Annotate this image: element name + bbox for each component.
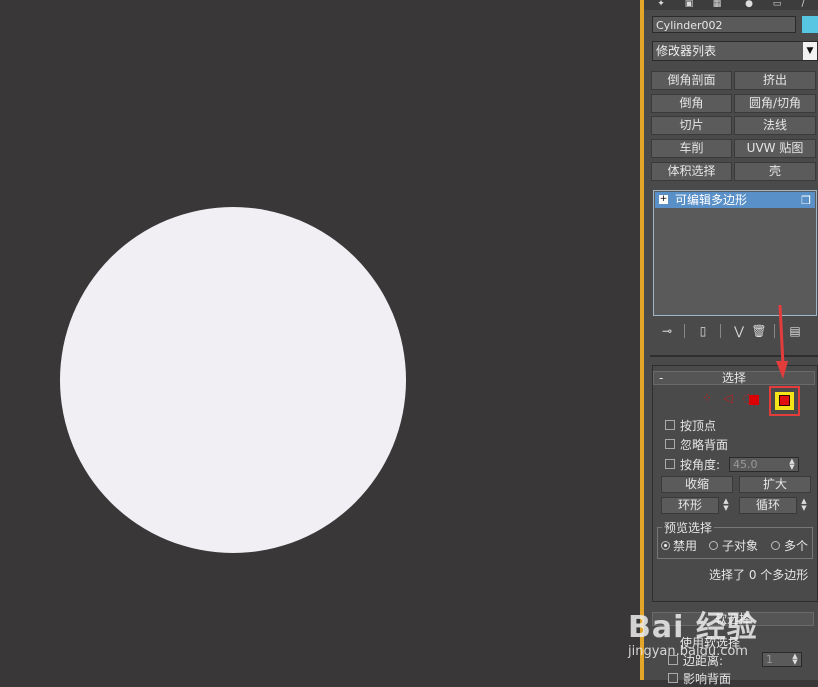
preview-selection-group: 预览选择 禁用 子对象 多个 (657, 519, 813, 559)
make-unique-icon[interactable]: ⋁ (730, 322, 748, 340)
spinner-arrows-icon[interactable]: ▲ ▼ (786, 458, 798, 471)
cylinder-object[interactable] (60, 207, 406, 553)
toolbar-divider (684, 324, 685, 338)
watermark-url: jingyan.baidu.com (628, 644, 748, 659)
preview-subobject-label: 子对象 (722, 539, 759, 553)
modifier-button-shell[interactable]: 壳 (734, 162, 816, 181)
angle-value: 45.0 (733, 458, 758, 471)
toolbar-divider (720, 324, 721, 338)
motion-tab-icon[interactable]: ● (740, 0, 758, 9)
stack-toolbar: ⊸ ▯ ⋁ 🗑 ▤ (652, 322, 818, 342)
vertex-subobject-icon[interactable]: ⁘ (700, 391, 714, 405)
selection-rollout-header[interactable]: - 选择 (653, 371, 815, 385)
grow-button[interactable]: 扩大 (739, 476, 811, 493)
object-name-field[interactable]: Cylinder002 (652, 16, 796, 33)
modifier-list-label: 修改器列表 (656, 44, 717, 58)
stack-item-editable-poly[interactable]: + 可编辑多边形 ❒ (655, 192, 815, 208)
expand-icon[interactable]: + (659, 195, 668, 204)
ring-label: 环形 (677, 498, 702, 512)
watermark-logo: Bai 经验 (628, 610, 758, 645)
display-tab-icon[interactable]: ▭ (768, 0, 786, 9)
modify-tab-icon[interactable]: ▣ (680, 0, 698, 9)
loop-label: 循环 (755, 498, 780, 512)
by-angle-checkbox[interactable] (665, 459, 675, 469)
chevron-down-icon[interactable]: ▼ (803, 42, 817, 60)
modifier-stack[interactable]: + 可编辑多边形 ❒ (653, 190, 817, 316)
by-vertex-checkbox[interactable] (665, 420, 675, 430)
viewport[interactable] (0, 0, 640, 680)
preview-off-label: 禁用 (673, 539, 698, 553)
ring-spinner-icon[interactable]: ▲ ▼ (721, 498, 731, 513)
edge-subobject-icon[interactable]: ◁ (721, 391, 735, 405)
element-cube-icon (775, 392, 794, 410)
modifier-list-dropdown[interactable]: 修改器列表 ▼ (652, 41, 818, 61)
loop-spinner-icon[interactable]: ▲ ▼ (799, 498, 809, 513)
command-panel: ✦ ▣ ▦ ● ▭ / Cylinder002 修改器列表 ▼ 倒角剖面 挤出 … (644, 0, 818, 686)
polygon-subobject-icon[interactable] (749, 395, 759, 405)
ignore-backfacing-checkbox[interactable] (665, 439, 675, 449)
utilities-tab-icon[interactable]: / (794, 0, 812, 9)
modifier-button-bevel-profile[interactable]: 倒角剖面 (651, 71, 732, 90)
modifier-button-normal[interactable]: 法线 (734, 116, 816, 135)
modifier-button-chamfer[interactable]: 圆角/切角 (734, 94, 816, 113)
remove-modifier-icon[interactable]: 🗑 (750, 322, 768, 340)
preview-multi-label: 多个 (784, 539, 809, 553)
preview-off-radio[interactable] (661, 541, 670, 550)
by-vertex-label: 按顶点 (680, 419, 717, 433)
panel-divider (650, 355, 818, 357)
object-color-swatch[interactable] (802, 16, 818, 33)
selection-status: 选择了 0 个多边形 (709, 568, 809, 582)
preview-selection-title: 预览选择 (662, 519, 715, 536)
create-tab-icon[interactable]: ✦ (652, 0, 670, 9)
red-arrow-annotation (776, 305, 788, 379)
command-tabs: ✦ ▣ ▦ ● ▭ / (644, 0, 818, 10)
shrink-button[interactable]: 收缩 (661, 476, 733, 493)
modifier-button-slice[interactable]: 切片 (651, 116, 732, 135)
rollout-title: 选择 (721, 371, 746, 385)
ring-button[interactable]: 环形 ▲ ▼ (661, 497, 729, 514)
modifier-button-bevel[interactable]: 倒角 (651, 94, 732, 113)
preview-subobject-radio[interactable] (709, 541, 718, 550)
modifier-button-uvw-map[interactable]: UVW 贴图 (734, 139, 816, 158)
cube-icon: ❒ (801, 194, 811, 207)
baidu-watermark: Bai 经验 jingyan.baidu.com (628, 592, 818, 680)
stack-item-label: 可编辑多边形 (675, 193, 748, 207)
modifier-button-extrude[interactable]: 挤出 (734, 71, 816, 90)
show-end-result-icon[interactable]: ▯ (694, 322, 712, 340)
loop-button[interactable]: 循环 ▲ ▼ (739, 497, 807, 514)
modifier-button-lathe[interactable]: 车削 (651, 139, 732, 158)
element-subobject-button[interactable] (769, 386, 800, 416)
angle-spinner[interactable]: 45.0 ▲ ▼ (729, 457, 799, 472)
preview-multi-radio[interactable] (771, 541, 780, 550)
selection-rollout: - 选择 ⁘ ◁ ◌ 按顶点 忽略背面 按角度: 45.0 ▲ ▼ 收缩 扩大 环… (652, 365, 818, 602)
modifier-button-vol-select[interactable]: 体积选择 (651, 162, 732, 181)
pin-stack-icon[interactable]: ⊸ (658, 322, 676, 340)
ignore-backfacing-label: 忽略背面 (680, 438, 729, 452)
by-angle-label: 按角度: (680, 458, 721, 472)
hierarchy-tab-icon[interactable]: ▦ (708, 0, 726, 9)
